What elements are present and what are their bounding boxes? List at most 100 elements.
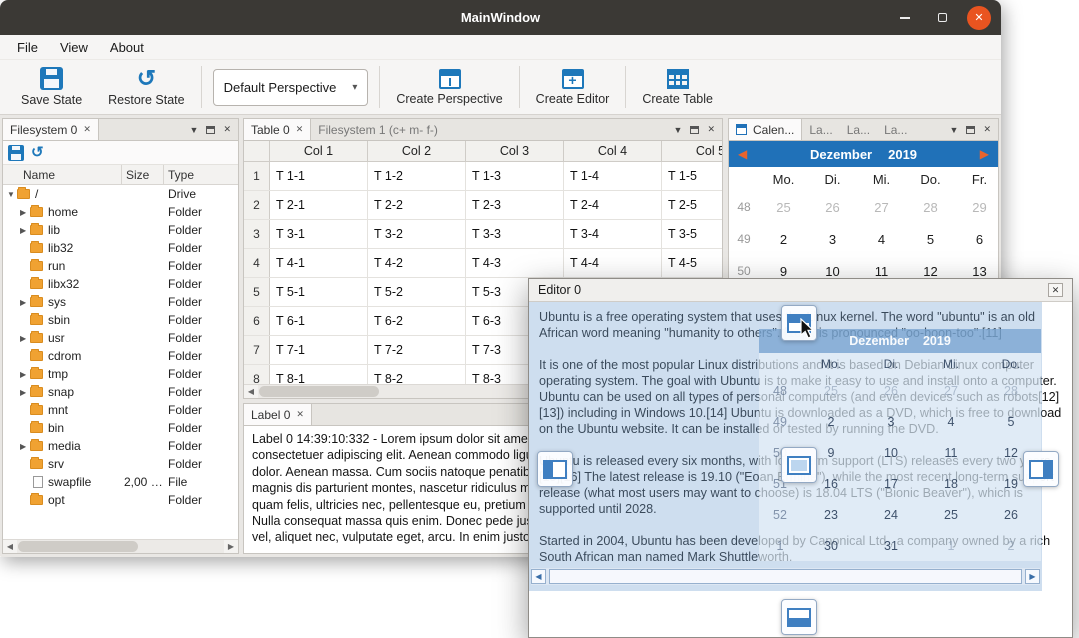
table-cell[interactable]: T 3-2 xyxy=(368,220,466,248)
panel-menu-icon[interactable]: ▼ xyxy=(950,125,959,135)
tree-row[interactable]: ▶snapFolder xyxy=(3,383,238,401)
drop-indicator-left[interactable] xyxy=(537,451,573,487)
calendar-day[interactable]: 26 xyxy=(808,200,857,215)
drop-indicator-center[interactable] xyxy=(781,447,817,483)
scrollbar-thumb[interactable] xyxy=(259,386,379,397)
table-cell[interactable]: T 4-1 xyxy=(270,249,368,277)
minimize-button[interactable] xyxy=(893,6,917,30)
table-column-header[interactable]: Col 4 xyxy=(564,141,662,161)
table-cell[interactable]: T 8-2 xyxy=(368,365,466,384)
table-cell[interactable]: T 3-1 xyxy=(270,220,368,248)
tree-row[interactable]: optFolder xyxy=(3,491,238,509)
tree-row[interactable]: lib32Folder xyxy=(3,239,238,257)
tree-row[interactable]: ▶mediaFolder xyxy=(3,437,238,455)
calendar-day[interactable]: 28 xyxy=(906,200,955,215)
tab-label-0[interactable]: Label 0 ✕ xyxy=(244,404,312,425)
calendar-day[interactable]: 3 xyxy=(808,232,857,247)
menu-item-view[interactable]: View xyxy=(49,35,99,59)
table-column-header[interactable]: Col 1 xyxy=(270,141,368,161)
table-row-header[interactable]: 3 xyxy=(244,220,270,248)
save-state-button[interactable]: Save State xyxy=(8,67,95,107)
prev-month-icon[interactable]: ◀ xyxy=(729,147,756,161)
tree-row[interactable]: ▶usrFolder xyxy=(3,329,238,347)
table-cell[interactable]: T 3-3 xyxy=(466,220,564,248)
panel-close-icon[interactable]: ✕ xyxy=(983,124,991,135)
table-row-header[interactable]: 7 xyxy=(244,336,270,364)
tab-close-icon[interactable]: ✕ xyxy=(296,124,304,135)
calendar-day[interactable]: 4 xyxy=(857,232,906,247)
panel-float-icon[interactable] xyxy=(966,126,975,134)
table-cell[interactable]: T 2-3 xyxy=(466,191,564,219)
calendar-day[interactable]: 10 xyxy=(808,264,857,279)
panel-float-icon[interactable] xyxy=(206,126,215,134)
table-cell[interactable]: T 4-4 xyxy=(564,249,662,277)
calendar-day[interactable]: 2 xyxy=(759,232,808,247)
tree-row[interactable]: binFolder xyxy=(3,419,238,437)
calendar-day[interactable]: 29 xyxy=(955,200,998,215)
tree-row[interactable]: sbinFolder xyxy=(3,311,238,329)
next-month-icon[interactable]: ▶ xyxy=(971,147,998,161)
table-cell[interactable]: T 1-1 xyxy=(270,162,368,190)
tree-row[interactable]: cdromFolder xyxy=(3,347,238,365)
table-cell[interactable]: T 2-1 xyxy=(270,191,368,219)
tab-close-icon[interactable]: ✕ xyxy=(83,124,91,135)
editor-titlebar[interactable]: Editor 0 ✕ xyxy=(529,279,1072,302)
tree-row[interactable]: swapfile2,00 …File xyxy=(3,473,238,491)
calendar-day[interactable]: 5 xyxy=(906,232,955,247)
tree-row[interactable]: ▶tmpFolder xyxy=(3,365,238,383)
expand-arrow-icon[interactable]: ▶ xyxy=(3,388,30,397)
panel-close-icon[interactable]: ✕ xyxy=(707,124,715,135)
panel-menu-icon[interactable]: ▼ xyxy=(674,125,683,135)
table-cell[interactable]: T 7-2 xyxy=(368,336,466,364)
maximize-button[interactable] xyxy=(930,6,954,30)
table-row-header[interactable]: 4 xyxy=(244,249,270,277)
menu-item-about[interactable]: About xyxy=(99,35,155,59)
tree-column-header[interactable]: Name xyxy=(19,165,55,185)
restore-state-button[interactable]: ↺ Restore State xyxy=(95,67,197,107)
tree-column-header[interactable]: Type xyxy=(163,165,238,185)
scroll-right-icon[interactable]: ▶ xyxy=(224,542,238,551)
drop-indicator-right[interactable] xyxy=(1023,451,1059,487)
tab-filesystem-0[interactable]: Filesystem 0 ✕ xyxy=(3,119,99,140)
close-button[interactable]: ✕ xyxy=(967,6,991,30)
table-cell[interactable]: T 1-5 xyxy=(662,162,722,190)
table-cell[interactable]: T 4-3 xyxy=(466,249,564,277)
table-column-header[interactable]: Col 5 xyxy=(662,141,722,161)
calendar-day[interactable]: 27 xyxy=(857,200,906,215)
table-row-header[interactable]: 5 xyxy=(244,278,270,306)
scrollbar-thumb[interactable] xyxy=(18,541,138,552)
table-cell[interactable]: T 1-3 xyxy=(466,162,564,190)
table-row-header[interactable]: 1 xyxy=(244,162,270,190)
table-column-header[interactable]: Col 3 xyxy=(466,141,564,161)
create-perspective-button[interactable]: Create Perspective xyxy=(383,69,515,106)
scrollbar-track[interactable] xyxy=(17,540,224,553)
table-cell[interactable]: T 6-1 xyxy=(270,307,368,335)
tree-row[interactable]: ▶sysFolder xyxy=(3,293,238,311)
horizontal-scrollbar[interactable]: ◀ ▶ xyxy=(3,539,238,553)
calendar-day[interactable]: 25 xyxy=(759,200,808,215)
table-cell[interactable]: T 1-4 xyxy=(564,162,662,190)
table-cell[interactable]: T 5-2 xyxy=(368,278,466,306)
panel-close-icon[interactable]: ✕ xyxy=(223,124,231,135)
calendar-day[interactable]: 9 xyxy=(759,264,808,279)
calendar-day[interactable]: 11 xyxy=(857,264,906,279)
expand-arrow-icon[interactable]: ▶ xyxy=(3,370,30,379)
titlebar[interactable]: MainWindow ✕ xyxy=(0,0,1001,35)
tree-row[interactable]: ▶homeFolder xyxy=(3,203,238,221)
tab-close-icon[interactable]: ✕ xyxy=(296,409,304,420)
table-cell[interactable]: T 4-5 xyxy=(662,249,722,277)
calendar-year[interactable]: 2019 xyxy=(888,147,917,162)
tab-filesystem-1[interactable]: Filesystem 1 (c+ m- f-) xyxy=(311,119,445,140)
expand-arrow-icon[interactable]: ▶ xyxy=(3,442,30,451)
expand-arrow-icon[interactable]: ▼ xyxy=(3,190,17,199)
tab-label-1[interactable]: La... xyxy=(802,119,839,140)
expand-arrow-icon[interactable]: ▶ xyxy=(3,208,30,217)
table-cell[interactable]: T 7-1 xyxy=(270,336,368,364)
drop-indicator-bottom[interactable] xyxy=(781,599,817,635)
table-cell[interactable]: T 1-2 xyxy=(368,162,466,190)
tab-label-2[interactable]: La... xyxy=(840,119,877,140)
table-cell[interactable]: T 6-2 xyxy=(368,307,466,335)
save-icon[interactable] xyxy=(8,145,24,161)
table-cell[interactable]: T 2-4 xyxy=(564,191,662,219)
table-cell[interactable]: T 2-2 xyxy=(368,191,466,219)
